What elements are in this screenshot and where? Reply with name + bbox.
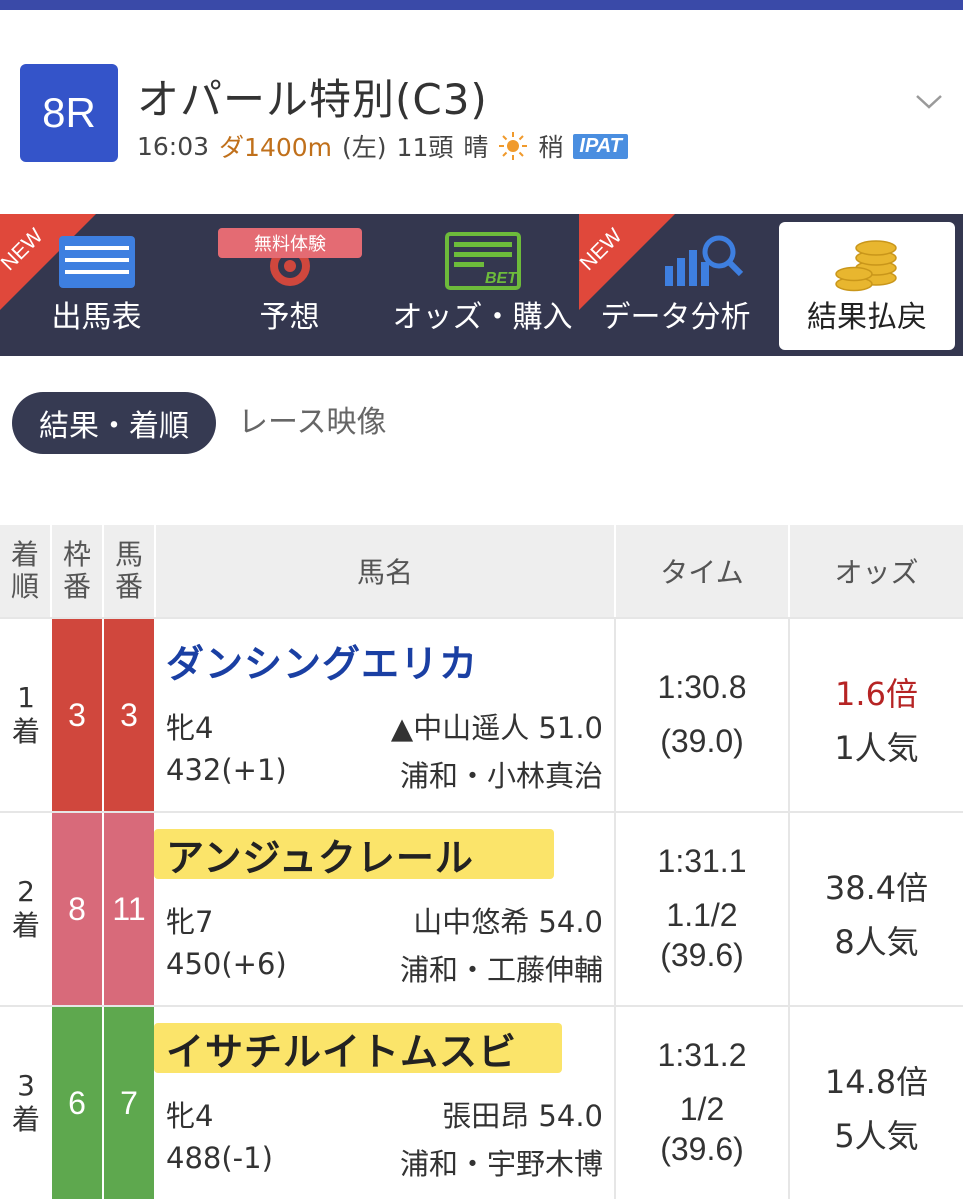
margin: 1/2 xyxy=(679,1091,725,1127)
nav-label: 出馬表 xyxy=(51,300,142,335)
horse-weight: 450(+6) xyxy=(166,947,287,981)
header-horse-name: 馬名 xyxy=(156,525,616,617)
odds-value: 14.8倍 xyxy=(824,1063,929,1101)
last-3f: (39.6) xyxy=(660,937,744,973)
horse-weight: 432(+1) xyxy=(166,753,287,787)
race-number-badge: 8R xyxy=(20,64,118,162)
rank-cell: 1着 xyxy=(11,681,40,748)
horse-name-link[interactable]: ダンシングエリカ xyxy=(166,633,478,688)
nav-item-odds-purchase[interactable]: BET オッズ・購入 xyxy=(386,214,579,356)
race-title: オパール特別(C3) xyxy=(137,75,488,124)
table-row[interactable]: 2着 8 11 アンジュクレール 牝7 山中悠希 54.0 450(+6) 浦和… xyxy=(0,811,963,1005)
popularity: 1人気 xyxy=(834,729,919,767)
race-nav: NEW 出馬表 予想 無料体験 BET オッズ・購入 NEW データ分析 結果払… xyxy=(0,214,963,356)
race-runners: 11頭 xyxy=(396,133,454,162)
finish-time: 1:31.2 xyxy=(657,1037,747,1073)
horse-number: 11 xyxy=(104,813,154,1005)
race-meta: 16:03 ダ1400m (左) 11頭 晴 稍 IPAT xyxy=(137,128,628,164)
header-frame: 枠番 xyxy=(52,525,104,617)
jockey-weight: 山中悠希 54.0 xyxy=(413,905,603,939)
horse-number: 3 xyxy=(104,619,154,811)
frame-number: 3 xyxy=(52,619,102,811)
bet-icon: BET xyxy=(444,232,521,298)
header-odds: オッズ xyxy=(790,525,963,617)
nav-item-results[interactable]: 結果払戻 xyxy=(779,222,955,350)
table-row[interactable]: 1着 3 3 ダンシングエリカ 牝4 ▲中山遥人 51.0 432(+1) 浦和… xyxy=(0,617,963,811)
jockey-weight: ▲中山遥人 51.0 xyxy=(390,711,603,745)
margin: 1.1/2 xyxy=(666,897,738,933)
ipat-badge: IPAT xyxy=(573,133,628,159)
tab-race-video[interactable]: レース映像 xyxy=(238,392,387,454)
nav-item-racecard[interactable]: NEW 出馬表 xyxy=(0,214,193,356)
race-distance: ダ1400m xyxy=(219,133,333,162)
jockey-weight: 張田昂 54.0 xyxy=(442,1099,603,1133)
free-trial-badge: 無料体験 xyxy=(218,228,362,258)
sun-icon xyxy=(498,131,528,161)
racecard-icon xyxy=(57,234,137,298)
top-bar xyxy=(0,0,963,10)
header-time: タイム xyxy=(616,525,790,617)
race-going: 稍 xyxy=(538,133,564,162)
nav-label: 結果払戻 xyxy=(807,300,927,335)
trainer: 浦和・小林真治 xyxy=(399,759,603,793)
rank-cell: 3着 xyxy=(11,1069,40,1136)
table-row[interactable]: 3着 6 7 イサチルイトムスビ 牝4 張田昂 54.0 488(-1) 浦和・… xyxy=(0,1005,963,1199)
nav-label: 予想 xyxy=(259,300,320,335)
sex-age: 牝4 xyxy=(166,1099,214,1133)
divider xyxy=(788,1007,790,1199)
rank-cell: 2着 xyxy=(11,875,40,942)
divider xyxy=(614,619,616,811)
odds-value: 38.4倍 xyxy=(824,869,929,907)
divider xyxy=(788,813,790,1005)
header-rank: 着順 xyxy=(0,525,52,617)
frame-number: 6 xyxy=(52,1007,102,1199)
trainer: 浦和・宇野木博 xyxy=(399,1147,603,1181)
race-weather: 晴 xyxy=(463,133,489,162)
divider xyxy=(788,619,790,811)
chevron-down-icon[interactable] xyxy=(914,92,944,112)
race-start-time: 16:03 xyxy=(137,131,210,161)
chart-search-icon xyxy=(661,230,745,298)
sex-age: 牝4 xyxy=(166,711,214,745)
sex-age: 牝7 xyxy=(166,905,214,939)
finish-time: 1:30.8 xyxy=(657,669,747,705)
last-3f: (39.6) xyxy=(660,1131,744,1167)
horse-name-link[interactable]: イサチルイトムスビ xyxy=(166,1021,517,1076)
finish-time: 1:31.1 xyxy=(657,843,747,879)
horse-name-link[interactable]: アンジュクレール xyxy=(166,827,474,882)
header-number: 馬番 xyxy=(104,525,156,617)
popularity: 5人気 xyxy=(834,1117,919,1155)
last-3f: (39.0) xyxy=(660,723,744,759)
trainer: 浦和・工藤伸輔 xyxy=(399,953,603,987)
nav-label: データ分析 xyxy=(600,300,751,335)
horse-number: 7 xyxy=(104,1007,154,1199)
odds-value: 1.6倍 xyxy=(835,675,918,713)
nav-label: オッズ・購入 xyxy=(392,300,573,335)
race-direction: (左) xyxy=(342,133,387,162)
nav-item-data-analysis[interactable]: NEW データ分析 xyxy=(579,214,772,356)
frame-number: 8 xyxy=(52,813,102,1005)
tab-results[interactable]: 結果・着順 xyxy=(12,392,216,454)
popularity: 8人気 xyxy=(834,923,919,961)
svg-text:BET: BET xyxy=(485,270,518,287)
horse-weight: 488(-1) xyxy=(166,1141,273,1175)
